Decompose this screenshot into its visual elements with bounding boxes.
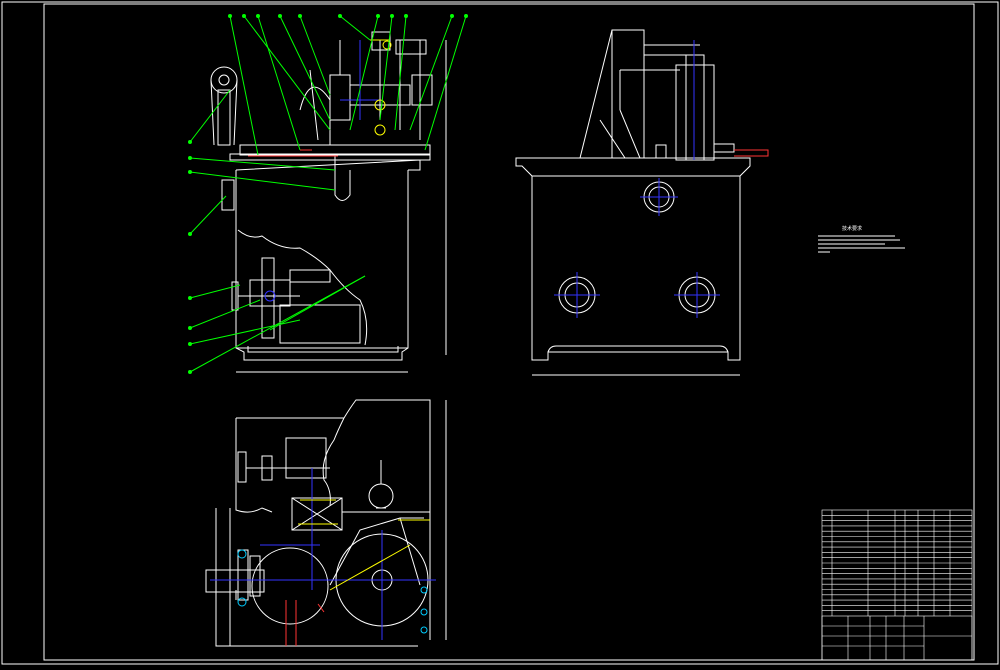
cad-drawing: 技术要求 xyxy=(0,0,1000,666)
technical-notes-heading: 技术要求 xyxy=(842,225,862,232)
drawing-canvas: 技术要求 xyxy=(0,0,1000,666)
